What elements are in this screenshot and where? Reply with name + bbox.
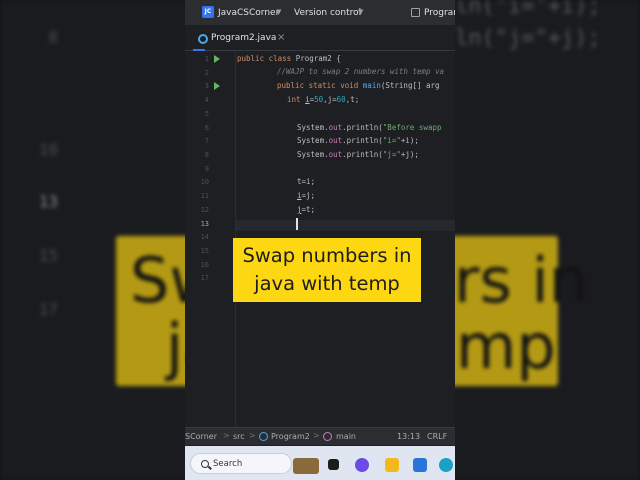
code-line-4: int i=50,j=60,t; bbox=[287, 95, 360, 104]
bg-banner-text: mp bbox=[456, 310, 556, 383]
bg-code-line: ln("j="+j); bbox=[455, 26, 601, 51]
line-number: 17 bbox=[200, 274, 209, 282]
bg-banner-text: rs in bbox=[454, 244, 589, 317]
line-number-current: 13 bbox=[200, 220, 209, 228]
chevron-down-icon[interactable]: ▼ bbox=[276, 8, 281, 16]
line-number: 5 bbox=[204, 110, 209, 118]
search-label: Search bbox=[213, 459, 243, 469]
text-caret bbox=[296, 218, 298, 230]
close-icon[interactable]: × bbox=[277, 32, 285, 43]
line-number: 15 bbox=[200, 247, 209, 255]
line-number: 8 bbox=[204, 151, 209, 159]
run-main-icon[interactable] bbox=[214, 82, 220, 90]
version-control-menu[interactable]: Version control bbox=[294, 8, 361, 18]
search-highlight-image[interactable] bbox=[293, 458, 319, 474]
line-number: 1 bbox=[204, 55, 209, 63]
tab-label: Program2.java bbox=[211, 33, 277, 43]
breadcrumb-separator: > bbox=[313, 431, 320, 440]
line-number: 6 bbox=[204, 124, 209, 132]
line-number: 11 bbox=[200, 192, 209, 200]
java-class-icon bbox=[198, 34, 208, 44]
chevron-down-icon[interactable]: ▼ bbox=[358, 8, 363, 16]
caption-line-1: Swap numbers in bbox=[242, 244, 412, 267]
line-number: 4 bbox=[204, 96, 209, 104]
line-number: 16 bbox=[200, 261, 209, 269]
store-icon[interactable] bbox=[413, 458, 427, 472]
code-line-3: public static void main(String[] arg bbox=[277, 81, 440, 90]
current-line-highlight bbox=[236, 220, 455, 231]
code-line-2: //WAJP to swap 2 numbers with temp va bbox=[277, 67, 445, 76]
code-line-10: t=i; bbox=[297, 177, 316, 186]
project-name[interactable]: JavaCSCorner bbox=[218, 8, 279, 18]
class-icon bbox=[259, 432, 268, 441]
line-number: 14 bbox=[200, 233, 209, 241]
run-config-icon bbox=[411, 8, 420, 17]
project-badge-icon[interactable]: JC bbox=[202, 6, 214, 18]
caption-line-2: java with temp bbox=[254, 272, 400, 295]
bg-gutter-number: 17 bbox=[38, 300, 58, 319]
line-number: 3 bbox=[204, 82, 209, 90]
bg-gutter-number: 10 bbox=[38, 140, 58, 159]
code-line-1: public class Program2 { bbox=[237, 54, 341, 63]
breadcrumb-separator: > bbox=[223, 431, 230, 440]
bg-gutter-number: 8 bbox=[48, 28, 58, 47]
code-line-12: j=t; bbox=[297, 205, 316, 214]
line-separator[interactable]: CRLF bbox=[427, 432, 447, 441]
cursor-position[interactable]: 13:13 bbox=[397, 432, 420, 441]
tab-program2-java[interactable]: Program2.java × bbox=[193, 27, 285, 51]
breadcrumb-project[interactable]: SCorner bbox=[185, 432, 217, 441]
task-view-icon[interactable] bbox=[328, 459, 339, 470]
breadcrumb-file[interactable]: Program2 bbox=[271, 432, 310, 441]
os-taskbar: Search bbox=[185, 446, 455, 480]
edge-browser-icon[interactable] bbox=[439, 458, 453, 472]
line-number: 10 bbox=[200, 178, 209, 186]
status-bar: SCorner > src > Program2 > main 13:13 CR… bbox=[185, 427, 455, 445]
line-number: 12 bbox=[200, 206, 209, 214]
breadcrumb-src[interactable]: src bbox=[233, 432, 245, 441]
run-class-icon[interactable] bbox=[214, 55, 220, 63]
video-caption: Swap numbers in java with temp bbox=[233, 238, 421, 302]
line-number: 2 bbox=[204, 69, 209, 77]
breadcrumb-method[interactable]: main bbox=[336, 432, 356, 441]
line-number: 7 bbox=[204, 137, 209, 145]
bg-gutter-number: 15 bbox=[38, 246, 58, 265]
taskbar-search[interactable]: Search bbox=[190, 453, 292, 474]
search-icon bbox=[201, 460, 209, 468]
chat-icon[interactable] bbox=[355, 458, 369, 472]
code-line-11: i=j; bbox=[297, 191, 316, 200]
method-icon bbox=[323, 432, 332, 441]
breadcrumb-separator: > bbox=[249, 431, 256, 440]
code-line-6: System.out.println("Before swapp bbox=[297, 123, 442, 132]
bg-code-line: ln("i="+i); bbox=[455, 0, 601, 19]
run-config-selector[interactable]: Program bbox=[424, 8, 455, 18]
code-line-8: System.out.println("j="+j); bbox=[297, 150, 419, 159]
code-line-7: System.out.println("i="+i); bbox=[297, 136, 419, 145]
title-bar: JC JavaCSCorner ▼ Version control ▼ Prog… bbox=[185, 0, 455, 26]
editor-tab-bar: Program2.java × bbox=[185, 27, 455, 51]
file-explorer-icon[interactable] bbox=[385, 458, 399, 472]
line-number: 9 bbox=[204, 165, 209, 173]
bg-gutter-number: 13 bbox=[38, 192, 58, 211]
